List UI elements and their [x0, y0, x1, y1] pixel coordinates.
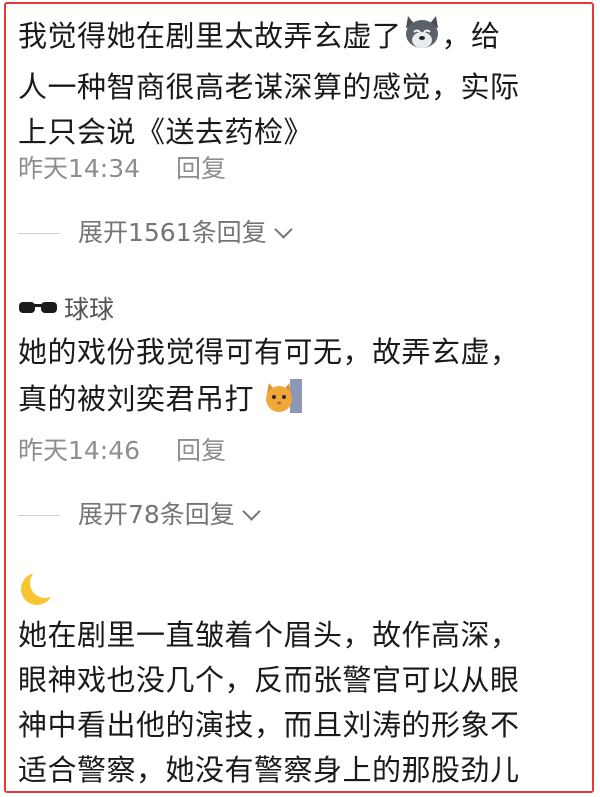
comment-2-expand-replies[interactable]: 展开78条回复 [18, 500, 261, 530]
comment-3-line-1: 她在剧里一直皱着个眉头，故作高深， [18, 618, 520, 652]
divider-line [18, 232, 60, 234]
comment-2-username: 球球 [64, 295, 115, 324]
comment-1-text: 我觉得她在剧里太故弄玄虚了 ，给 人一种智商很高老谋深算的感觉，实际 上只会说《… [18, 12, 578, 155]
dog-emoji-icon [402, 12, 442, 65]
comment-2-line-1: 她的戏份我觉得可有可无，故弄玄虚， [18, 335, 520, 369]
comment-2-line-2: 真的被刘奕君吊打 [18, 382, 255, 416]
cat-emoji-icon [264, 375, 304, 428]
comment-2-user[interactable]: 球球 [18, 290, 114, 326]
comment-2-text: 她的戏份我觉得可有可无，故弄玄虚， 真的被刘奕君吊打 [18, 330, 578, 428]
comment-1-reply-button[interactable]: 回复 [176, 154, 226, 183]
comment-2-expand-label: 展开78条回复 [78, 500, 235, 529]
crescent-moon-icon[interactable] [18, 568, 60, 612]
comment-3-line-4: 适合警察，她没有警察身上的那股劲儿 [18, 753, 520, 787]
comment-1-time: 昨天14:34 [18, 154, 141, 183]
divider-line [18, 514, 60, 516]
comment-2-reply-button[interactable]: 回复 [176, 436, 226, 465]
comment-2-meta: 昨天14:46 回复 [18, 436, 226, 466]
sunglasses-icon [18, 294, 64, 323]
comment-1-meta: 昨天14:34 回复 [18, 154, 226, 184]
comment-1-line-1-tail: ，给 [441, 19, 501, 53]
comment-1-line-2: 人一种智商很高老谋深算的感觉，实际 [18, 70, 520, 104]
comment-3-line-2: 眼神戏也没几个，反而张警官可以从眼 [18, 663, 520, 697]
chevron-down-icon [242, 501, 261, 521]
comment-3-line-3: 神中看出他的演技，而且刘涛的形象不 [18, 708, 520, 742]
comment-1-expand-replies[interactable]: 展开1561条回复 [18, 218, 293, 248]
chevron-down-icon [273, 219, 293, 239]
comment-1-line-3: 上只会说《送去药检》 [18, 115, 314, 149]
comment-2-time: 昨天14:46 [18, 436, 141, 465]
comment-1-line-1: 我觉得她在剧里太故弄玄虚了 [18, 19, 402, 53]
comment-1-expand-label: 展开1561条回复 [78, 218, 267, 247]
comment-3-text: 她在剧里一直皱着个眉头，故作高深， 眼神戏也没几个，反而张警官可以从眼 神中看出… [18, 613, 578, 793]
